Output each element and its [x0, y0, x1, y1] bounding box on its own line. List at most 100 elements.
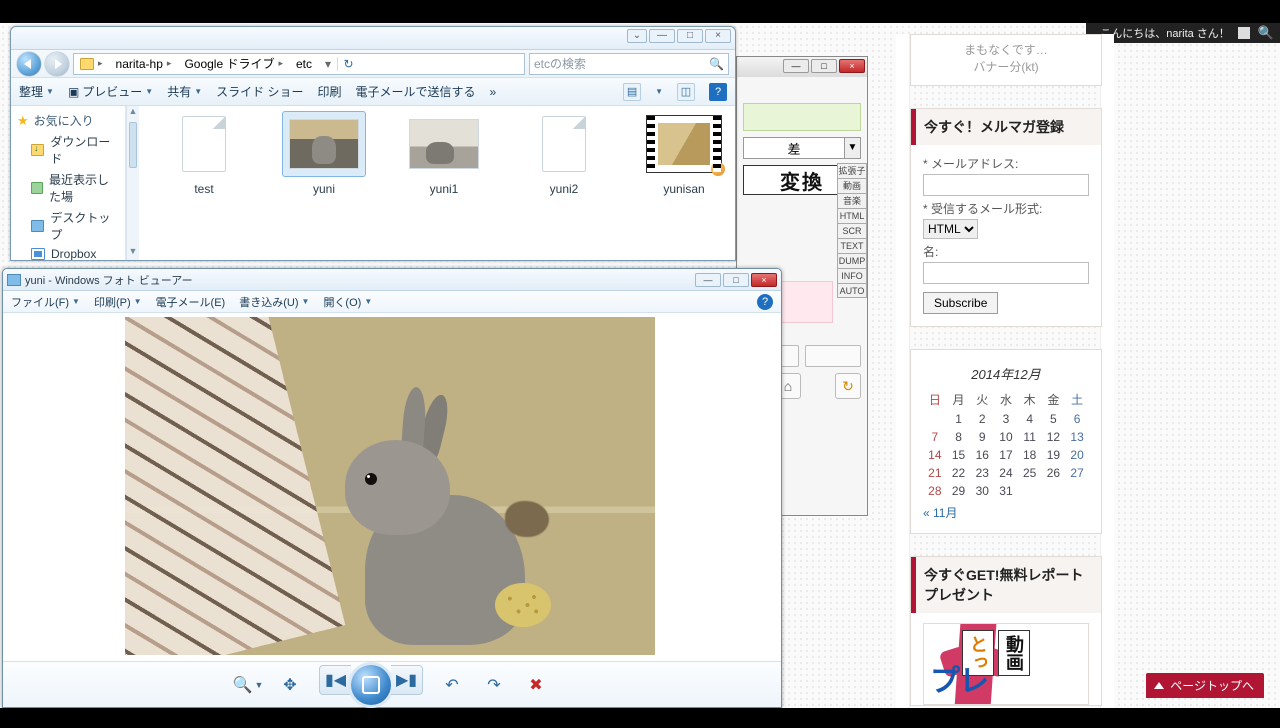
cal-day[interactable]: 8 [947, 428, 971, 446]
converter-select-dd[interactable]: ▼ [845, 137, 861, 159]
toolbar-more[interactable]: » [490, 85, 497, 99]
file-pane[interactable]: test yuni yuni1 yuni2 yunisan [139, 106, 735, 260]
toolbar-share[interactable]: 共有 ▼ [167, 83, 202, 100]
file-yuni1[interactable]: yuni1 [399, 112, 489, 196]
cal-day[interactable]: 27 [1065, 464, 1089, 482]
navpane-dropbox[interactable]: Dropbox [13, 245, 123, 260]
pv-rotate-ccw-button[interactable]: ↶ [439, 672, 465, 698]
help-button[interactable]: ? [709, 83, 727, 101]
cal-day[interactable]: 1 [947, 410, 971, 428]
navpane-favorites[interactable]: ★お気に入り [13, 110, 123, 131]
cal-day[interactable]: 18 [1018, 446, 1042, 464]
pv-play-button[interactable] [351, 665, 391, 705]
converter-tab-auto[interactable]: AUTO [837, 283, 867, 298]
cal-day[interactable]: 29 [947, 482, 971, 500]
view-dd[interactable]: ▼ [655, 87, 663, 96]
admin-search-icon[interactable]: 🔍 [1258, 25, 1274, 41]
navpane-recent[interactable]: 最近表示した場 [13, 169, 123, 207]
navpane-downloads[interactable]: ダウンロード [13, 131, 123, 169]
navpane-scrollbar[interactable]: ▲▼ [126, 106, 139, 260]
pv-fit-button[interactable]: ✥ [277, 672, 303, 698]
cal-day[interactable]: 7 [923, 428, 947, 446]
pv-titlebar[interactable]: yuni - Windows フォト ビューアー — □ × [3, 269, 781, 291]
pv-menu-file[interactable]: ファイル(F)▼ [11, 294, 80, 310]
cal-day[interactable]: 13 [1065, 428, 1089, 446]
cal-day[interactable]: 14 [923, 446, 947, 464]
converter-tool-3[interactable]: ↻ [835, 373, 861, 399]
explorer-min-button[interactable]: — [649, 29, 675, 43]
converter-tab-info[interactable]: INFO [837, 268, 867, 283]
calendar-prev-link[interactable]: « 11月 [923, 500, 1089, 521]
cal-day[interactable]: 31 [994, 482, 1018, 500]
cal-day[interactable]: 24 [994, 464, 1018, 482]
cal-day[interactable]: 17 [994, 446, 1018, 464]
cal-day[interactable]: 12 [1042, 428, 1066, 446]
pv-delete-button[interactable]: ✖ [523, 672, 549, 698]
avatar[interactable] [1238, 27, 1250, 39]
cal-day[interactable]: 20 [1065, 446, 1089, 464]
cal-day[interactable]: 6 [1065, 410, 1089, 428]
explorer-max-button[interactable]: □ [677, 29, 703, 43]
converter-tab-動画[interactable]: 動画 [837, 178, 867, 193]
mailmag-email-input[interactable] [923, 174, 1089, 196]
mailmag-name-input[interactable] [923, 262, 1089, 284]
toolbar-organize[interactable]: 整理 ▼ [19, 83, 54, 100]
cal-day[interactable]: 28 [923, 482, 947, 500]
cal-day[interactable]: 2 [970, 410, 994, 428]
subscribe-button[interactable]: Subscribe [923, 292, 998, 314]
explorer-close-button[interactable]: × [705, 29, 731, 43]
pv-min-button[interactable]: — [695, 273, 721, 287]
converter-min-button[interactable]: — [783, 59, 809, 73]
pv-zoom-button[interactable]: 🔍▼ [235, 672, 261, 698]
view-button[interactable]: ▤ [623, 83, 641, 101]
pv-close-button[interactable]: × [751, 273, 777, 287]
toolbar-print[interactable]: 印刷 [318, 83, 342, 100]
cal-day[interactable]: 25 [1018, 464, 1042, 482]
file-yunisan[interactable]: yunisan [639, 112, 729, 196]
converter-select[interactable]: 差 [743, 137, 845, 159]
file-yuni2[interactable]: yuni2 [519, 112, 609, 196]
navpane-desktop[interactable]: デスクトップ [13, 207, 123, 245]
explorer-extra-button[interactable]: ⌄ [627, 29, 647, 43]
back-button[interactable] [17, 52, 41, 76]
pv-next-button[interactable]: ▶▮ [391, 665, 423, 695]
mailmag-format-select[interactable]: HTML [923, 219, 978, 239]
report-banner[interactable]: とっ 動画 プレ [923, 623, 1089, 705]
breadcrumb-1[interactable]: Google ドライブ [184, 55, 274, 72]
converter-max-button[interactable]: □ [811, 59, 837, 73]
converter-dropzone[interactable] [743, 103, 861, 131]
file-test[interactable]: test [159, 112, 249, 196]
converter-tab-dump[interactable]: DUMP [837, 253, 867, 268]
pv-rotate-cw-button[interactable]: ↷ [481, 672, 507, 698]
cal-day[interactable]: 26 [1042, 464, 1066, 482]
explorer-titlebar[interactable]: ⌄ — □ × [11, 27, 735, 50]
cal-day[interactable]: 10 [994, 428, 1018, 446]
toolbar-slideshow[interactable]: スライド ショー [216, 83, 303, 100]
cal-day[interactable]: 19 [1042, 446, 1066, 464]
cal-day[interactable]: 9 [970, 428, 994, 446]
pv-menu-burn[interactable]: 書き込み(U)▼ [239, 294, 309, 310]
breadcrumb-2[interactable]: etc [296, 57, 312, 71]
converter-tab-音楽[interactable]: 音楽 [837, 193, 867, 208]
pv-help-button[interactable]: ? [757, 294, 773, 310]
forward-button[interactable] [45, 52, 69, 76]
cal-day[interactable]: 4 [1018, 410, 1042, 428]
cal-day[interactable]: 22 [947, 464, 971, 482]
cal-day[interactable]: 5 [1042, 410, 1066, 428]
pv-prev-button[interactable]: ▮◀ [319, 665, 351, 695]
preview-pane-button[interactable]: ◫ [677, 83, 695, 101]
pv-menu-open[interactable]: 開く(O)▼ [323, 294, 372, 310]
converter-tab-html[interactable]: HTML [837, 208, 867, 223]
converter-close-button[interactable]: × [839, 59, 865, 73]
explorer-search[interactable]: etcの検索 🔍 [529, 53, 729, 75]
cal-day[interactable]: 15 [947, 446, 971, 464]
refresh-button[interactable]: ↻ [337, 57, 359, 71]
cal-day[interactable]: 11 [1018, 428, 1042, 446]
converter-tab-text[interactable]: TEXT [837, 238, 867, 253]
address-bar[interactable]: ▸ narita-hp▸ Google ドライブ▸ etc ▾ ↻ [73, 53, 525, 75]
toolbar-preview[interactable]: ▣ プレビュー ▼ [68, 83, 153, 100]
file-yuni[interactable]: yuni [279, 112, 369, 196]
converter-tab-scr[interactable]: SCR [837, 223, 867, 238]
toolbar-email[interactable]: 電子メールで送信する [356, 83, 476, 100]
cal-day[interactable]: 16 [970, 446, 994, 464]
